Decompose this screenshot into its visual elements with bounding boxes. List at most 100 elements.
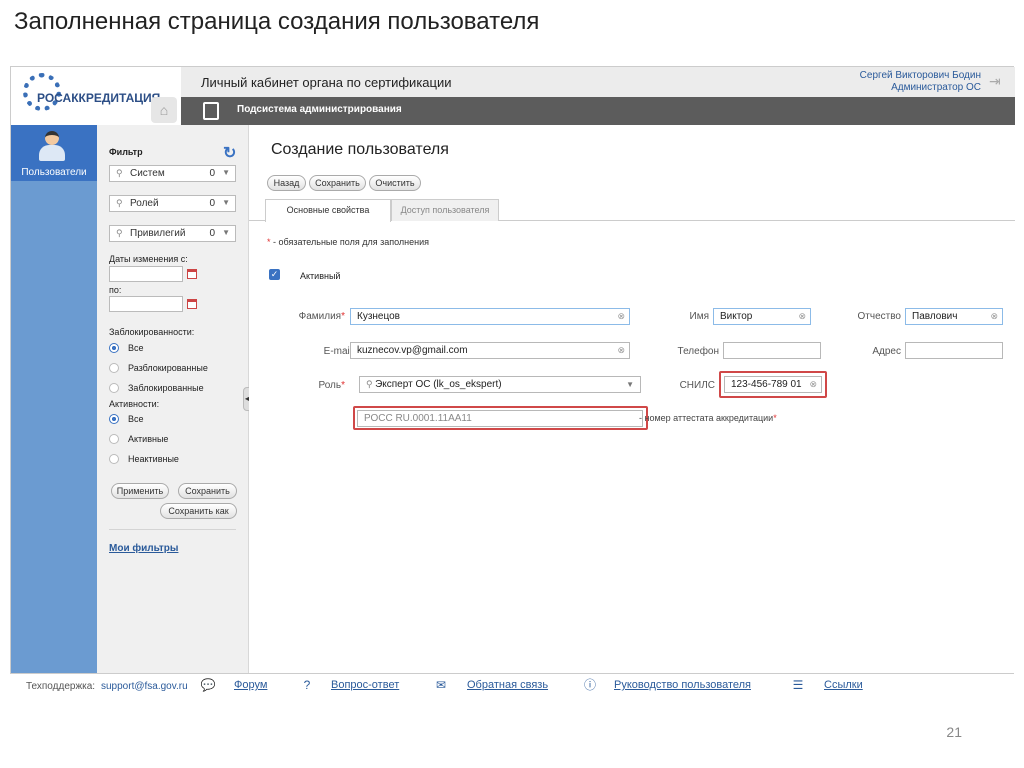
attest-note: - номер аттестата аккредитации*	[639, 413, 777, 423]
filter-systems-select[interactable]: ⚲ Систем 0 ▼	[109, 165, 236, 182]
search-icon: ⚲	[366, 379, 376, 389]
nav-item-users[interactable]: Пользователи	[11, 125, 97, 181]
active-checkbox[interactable]: ✓	[269, 269, 280, 280]
user-name: Сергей Викторович Бодин	[859, 70, 981, 81]
snils-label: СНИЛС	[679, 380, 715, 391]
calendar-icon[interactable]	[187, 269, 197, 279]
lastname-field[interactable]: Кузнецов ⊗	[350, 308, 630, 325]
address-label: Адрес	[872, 346, 901, 357]
radio-activity-all[interactable]	[109, 414, 119, 424]
tab-user-access[interactable]: Доступ пользователя	[391, 199, 499, 221]
radio-activity-all-label: Все	[128, 414, 144, 424]
footer: Техподдержка: support@fsa.gov.ru 💬 Форум…	[10, 676, 1014, 698]
date-from-input[interactable]	[109, 266, 183, 282]
slide-page-number: 21	[946, 724, 962, 740]
required-star: *	[773, 413, 777, 423]
filter-title: Фильтр	[109, 147, 143, 157]
radio-unblocked-label: Разблокированные	[128, 363, 208, 373]
user-info[interactable]: Сергей Викторович Бодин Администратор ОС	[860, 70, 981, 94]
activity-label: Активности:	[109, 399, 160, 409]
active-label: Активный	[300, 271, 341, 281]
clear-field-icon[interactable]: ⊗	[809, 377, 817, 392]
footer-link-links[interactable]: Ссылки	[824, 679, 863, 691]
radio-unblocked[interactable]	[109, 363, 119, 373]
my-filters-link[interactable]: Мои фильтры	[109, 543, 178, 554]
radio-blocked-all[interactable]	[109, 343, 119, 353]
save-filter-as-button[interactable]: Сохранить как	[160, 503, 237, 519]
apply-filter-button[interactable]: Применить	[111, 483, 169, 499]
required-note: * - обязательные поля для заполнения	[267, 237, 429, 247]
radio-inactive[interactable]	[109, 454, 119, 464]
middlename-label: Отчество	[857, 311, 901, 322]
cabinet-title: Личный кабинет органа по сертификации	[201, 75, 452, 90]
clear-field-icon[interactable]: ⊗	[617, 309, 625, 324]
save-filter-button[interactable]: Сохранить	[178, 483, 237, 499]
main-content: Создание пользователя Назад Сохранить Оч…	[249, 125, 1015, 673]
radio-blocked-all-label: Все	[128, 343, 144, 353]
radio-blocked[interactable]	[109, 383, 119, 393]
clear-field-icon[interactable]: ⊗	[798, 309, 806, 324]
middlename-value: Павлович	[912, 311, 958, 322]
lastname-label-text: Фамилия	[298, 311, 342, 322]
radio-active-label: Активные	[128, 434, 169, 444]
save-button[interactable]: Сохранить	[309, 175, 366, 191]
filter-privileges-label: Привилегий	[130, 228, 186, 239]
home-icon[interactable]: ⌂	[151, 97, 177, 123]
footer-link-feedback[interactable]: Обратная связь	[467, 679, 548, 691]
attest-note-text: - номер аттестата аккредитации	[639, 413, 774, 423]
attest-number-field[interactable]: РОСС RU.0001.11АА11	[357, 410, 643, 427]
clear-field-icon[interactable]: ⊗	[990, 309, 998, 324]
filter-roles-select[interactable]: ⚲ Ролей 0 ▼	[109, 195, 236, 212]
address-field[interactable]	[905, 342, 1003, 359]
role-label: Роль*	[279, 380, 345, 391]
firstname-field[interactable]: Виктор ⊗	[713, 308, 811, 325]
footer-link-forum[interactable]: Форум	[234, 679, 267, 691]
snils-field[interactable]: 123-456-789 01 ⊗	[724, 376, 822, 393]
clear-field-icon[interactable]: ⊗	[617, 343, 625, 358]
footer-link-faq[interactable]: Вопрос-ответ	[331, 679, 399, 691]
refresh-icon[interactable]: ↻	[223, 143, 236, 163]
role-select[interactable]: ⚲ Эксперт ОС (lk_os_ekspert) ▼	[359, 376, 641, 393]
dates-to-label: по:	[109, 285, 122, 295]
filter-systems-label: Систем	[130, 168, 165, 179]
required-note-text: - обязательные поля для заполнения	[270, 237, 429, 247]
filter-roles-label: Ролей	[130, 198, 159, 209]
filter-privileges-count: 0	[209, 228, 215, 239]
subsystem-label[interactable]: Подсистема администрирования	[237, 104, 402, 115]
search-icon: ⚲	[116, 198, 123, 208]
slide-title: Заполненная страница создания пользовате…	[14, 8, 540, 35]
footer-link-manual[interactable]: Руководство пользователя	[614, 679, 751, 691]
slide: Заполненная страница создания пользовате…	[0, 0, 1024, 768]
email-field[interactable]: kuznecov.vp@gmail.com ⊗	[350, 342, 630, 359]
date-to-input[interactable]	[109, 296, 183, 312]
search-icon: ⚲	[116, 228, 123, 238]
firstname-label: Имя	[689, 311, 709, 322]
filter-systems-count: 0	[209, 168, 215, 179]
lastname-label: Фамилия*	[279, 311, 345, 322]
phone-label: Телефон	[677, 346, 719, 357]
support-label: Техподдержка:	[26, 681, 96, 692]
clear-button[interactable]: Очистить	[369, 175, 421, 191]
phone-field[interactable]	[723, 342, 821, 359]
search-icon: ⚲	[116, 168, 123, 178]
tab-main-properties[interactable]: Основные свойства	[265, 199, 391, 222]
header-bar: Личный кабинет органа по сертификации Се…	[181, 67, 1015, 97]
radio-active[interactable]	[109, 434, 119, 444]
filter-panel: Фильтр ↻ ⚲ Систем 0 ▼ ⚲ Ролей 0 ▼ ⚲ Прив…	[97, 125, 249, 673]
chevron-down-icon: ▼	[222, 168, 230, 177]
nav-item-users-label: Пользователи	[21, 167, 87, 178]
middlename-field[interactable]: Павлович ⊗	[905, 308, 1003, 325]
filter-privileges-select[interactable]: ⚲ Привилегий 0 ▼	[109, 225, 236, 242]
lastname-value: Кузнецов	[357, 311, 400, 322]
admin-subsystem-icon[interactable]	[203, 102, 219, 120]
calendar-icon[interactable]	[187, 299, 197, 309]
tabs-bar: Основные свойства Доступ пользователя	[249, 197, 1015, 222]
question-icon: ?	[303, 678, 311, 692]
chevron-down-icon: ▼	[222, 198, 230, 207]
logout-icon[interactable]: ⇥	[989, 73, 1007, 91]
chevron-down-icon: ▼	[626, 380, 634, 389]
user-avatar-icon	[37, 131, 67, 161]
radio-blocked-label: Заблокированные	[128, 383, 204, 393]
support-email[interactable]: support@fsa.gov.ru	[101, 681, 188, 692]
back-button[interactable]: Назад	[267, 175, 306, 191]
